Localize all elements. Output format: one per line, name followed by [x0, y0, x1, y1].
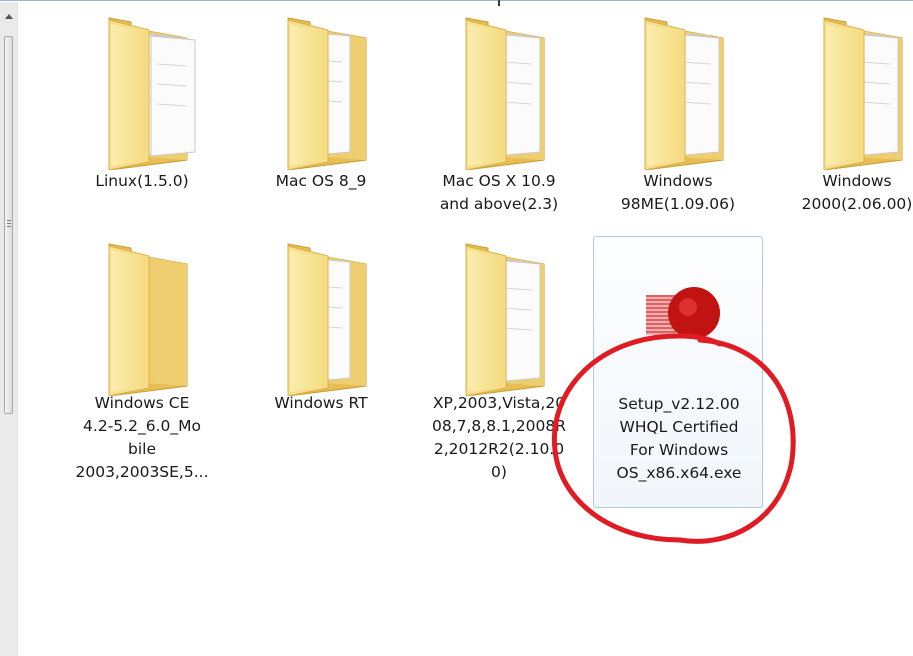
- folder-item[interactable]: Windows CE 4.2-5.2_6.0_Mobile 2003,2003SE,…: [57, 236, 227, 508]
- folder-icon: [426, 10, 572, 171]
- item-label-line: XP,2003,Vista,20: [432, 394, 566, 412]
- item-label-line: Setup_v2.12.00: [618, 395, 740, 413]
- folder-icon: [248, 10, 394, 171]
- thumb-grip-line: [7, 220, 11, 221]
- scrollbar-thumb[interactable]: [4, 36, 13, 414]
- item-label-line: For Windows: [629, 441, 729, 459]
- folder-item[interactable]: XP,2003,Vista,20 08,7,8,8.1,2008R 2,2012R2…: [414, 236, 584, 508]
- file-item-setup-exe[interactable]: Setup_v2.12.00 WHQL Certified For Windows O…: [593, 236, 763, 508]
- item-label: Mac OS 8_9: [236, 170, 406, 193]
- triangle-up-icon: [4, 13, 13, 19]
- item-label-line: bile: [128, 440, 156, 458]
- thumb-grip-line: [7, 226, 11, 227]
- folder-icon: [605, 10, 751, 171]
- folder-item[interactable]: Windows RT: [236, 236, 406, 508]
- item-label-line: WHQL Certified: [619, 418, 739, 436]
- item-label-line: Windows: [643, 172, 713, 190]
- item-label: Windows RT: [236, 392, 406, 415]
- item-label-line: and above(2.3): [439, 195, 559, 213]
- item-label-line: 08,7,8,8.1,2008R: [431, 417, 567, 435]
- item-label: Windows 2000(2.06.00): [772, 170, 913, 216]
- item-label-line: Windows CE: [94, 394, 190, 412]
- item-label: Setup_v2.12.00 WHQL Certified For Windows O…: [594, 393, 764, 485]
- folder-icon: [69, 236, 215, 397]
- item-label-line: 2000(2.06.00): [801, 195, 913, 213]
- item-label-line: 2,2012R2(2.10.0: [433, 440, 565, 458]
- thumb-grip-line: [7, 223, 11, 224]
- item-label: Mac OS X 10.9 and above(2.3): [414, 170, 584, 216]
- item-label-line: Mac OS X 10.9: [442, 172, 556, 190]
- item-label: XP,2003,Vista,20 08,7,8,8.1,2008R 2,2012R2…: [414, 392, 584, 484]
- exe-app-icon: [606, 237, 752, 397]
- item-label-line: Linux(1.5.0): [95, 172, 189, 190]
- folder-icon: [248, 236, 394, 397]
- item-label-line: 98ME(1.09.06): [620, 195, 736, 213]
- item-label: Windows 98ME(1.09.06): [593, 170, 763, 216]
- item-label-line: Windows RT: [274, 394, 368, 412]
- item-label-line: 0): [491, 463, 507, 481]
- folder-icon: [69, 10, 215, 171]
- item-label-line: 2003,2003SE,5...: [75, 463, 209, 481]
- item-label: Windows CE 4.2-5.2_6.0_Mobile 2003,2003SE,…: [57, 392, 227, 484]
- vertical-scrollbar[interactable]: [0, 2, 18, 656]
- folder-item[interactable]: Windows 2000(2.06.00): [772, 10, 913, 282]
- item-label-line: Mac OS 8_9: [275, 172, 367, 190]
- item-label-line: OS_x86.x64.exe: [616, 464, 742, 482]
- folder-icon: [426, 236, 572, 397]
- item-label-line: 4.2-5.2_6.0_Mo: [83, 417, 201, 435]
- scroll-up-button[interactable]: [0, 8, 17, 24]
- item-label: Linux(1.5.0): [57, 170, 227, 193]
- resize-cursor-mark: [498, 0, 500, 6]
- item-label-line: Windows: [822, 172, 892, 190]
- window-top-edge: [0, 0, 913, 1]
- folder-icon: [784, 10, 913, 171]
